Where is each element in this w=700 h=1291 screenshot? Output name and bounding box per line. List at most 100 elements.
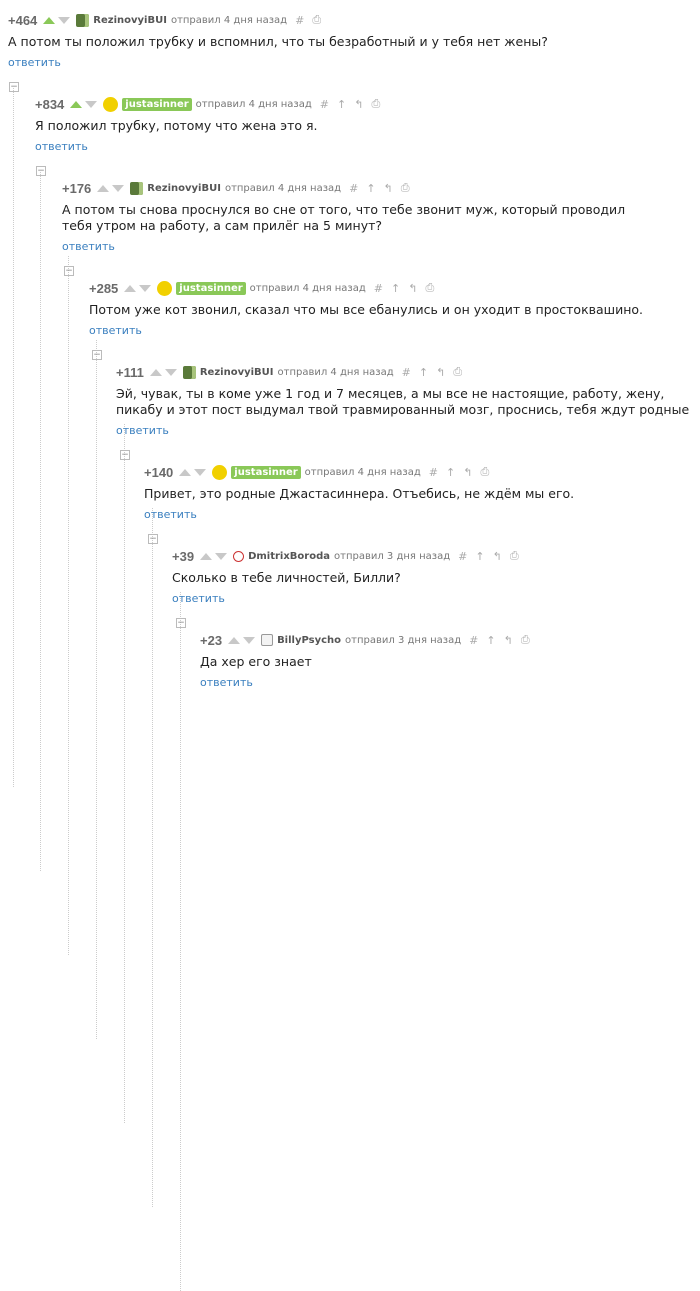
downvote-icon[interactable] [85,100,98,108]
branch-icon[interactable]: ↰ [354,98,363,111]
comment-header: +834 justasinner отправил 4 дня назад # … [35,94,388,114]
upvote-icon[interactable] [43,16,56,24]
reply-link[interactable]: ответить [8,56,61,69]
permalink-icon[interactable]: # [402,366,411,379]
arrow-up-icon[interactable]: ↑ [419,366,428,379]
comment-text: Привет, это родные Джастасиннера. Отъеби… [144,486,575,501]
reply-link[interactable]: ответить [172,592,225,605]
author-name[interactable]: RezinovyiBUI [200,367,274,378]
branch-icon[interactable]: ↰ [504,634,513,647]
author-name[interactable]: DmitrixBoroda [248,551,330,562]
save-icon[interactable]: ⎙ [312,13,321,27]
reply-link[interactable]: ответить [144,508,197,521]
branch-icon[interactable]: ↰ [463,466,472,479]
permalink-icon[interactable]: # [458,550,467,563]
reply-link[interactable]: ответить [62,240,115,253]
downvote-icon[interactable] [139,284,152,292]
comment-meta: отправил 4 дня назад [249,282,366,294]
avatar[interactable] [233,550,245,562]
reply-link[interactable]: ответить [200,676,253,689]
save-icon[interactable]: ⎙ [521,633,530,647]
reply-link[interactable]: ответить [89,324,142,337]
save-icon[interactable]: ⎙ [401,181,410,195]
avatar[interactable] [157,280,173,296]
downvote-icon[interactable] [164,368,177,376]
collapse-button[interactable]: − [36,166,46,176]
author-name[interactable]: BillyPsycho [277,635,341,646]
downvote-icon[interactable] [112,184,125,192]
arrow-up-icon[interactable]: ↑ [475,550,484,563]
save-icon[interactable]: ⎙ [453,365,462,379]
downvote-icon[interactable] [243,636,256,644]
collapse-button[interactable]: − [64,266,74,276]
thread-line [68,256,69,955]
comment-rating: +834 [35,96,65,112]
author-name[interactable]: justasinner [122,97,192,111]
upvote-icon[interactable] [228,636,241,644]
collapse-button[interactable]: − [148,534,158,544]
branch-icon[interactable]: ↰ [493,550,502,563]
reply-link[interactable]: ответить [116,424,169,437]
permalink-icon[interactable]: # [349,182,358,195]
downvote-icon[interactable] [58,16,71,24]
comment-rating: +464 [8,12,38,28]
collapse-button[interactable]: − [92,350,102,360]
upvote-icon[interactable] [149,368,162,376]
arrow-up-icon[interactable]: ↑ [366,182,375,195]
upvote-icon[interactable] [124,284,137,292]
avatar[interactable] [212,464,228,480]
branch-icon[interactable]: ↰ [436,366,445,379]
comment-text: Потом уже кот звонил, сказал что мы все … [89,302,644,317]
downvote-icon[interactable] [215,552,228,560]
save-icon[interactable]: ⎙ [510,549,519,563]
branch-icon[interactable]: ↰ [408,282,417,295]
upvote-icon[interactable] [97,184,110,192]
arrow-up-icon[interactable]: ↑ [446,466,455,479]
comment-meta: отправил 4 дня назад [170,14,288,26]
comment-meta: отправил 4 дня назад [304,466,421,478]
comment-text: Я положил трубку, потому что жена это я. [35,118,318,133]
comment-text: А потом ты снова проснулся во сне от тог… [62,202,626,233]
permalink-icon[interactable]: # [374,282,383,295]
save-icon[interactable]: ⎙ [480,465,489,479]
collapse-button[interactable]: − [120,450,130,460]
author-name[interactable]: RezinovyiBUI [93,15,167,26]
author-name[interactable]: RezinovyiBUI [147,183,221,194]
comment-header: +140 justasinner отправил 4 дня назад # … [144,462,497,482]
thread-line [96,340,97,1039]
author-name[interactable]: justasinner [176,281,246,295]
save-icon[interactable]: ⎙ [371,97,380,111]
author-name[interactable]: justasinner [231,465,301,479]
avatar[interactable] [130,181,144,195]
permalink-icon[interactable]: # [469,634,478,647]
comment-header: +464 RezinovyiBUI отправил 4 дня назад #… [8,10,329,30]
reply-link[interactable]: ответить [35,140,88,153]
comment-header: +285 justasinner отправил 4 дня назад # … [89,278,442,298]
permalink-icon[interactable]: # [429,466,438,479]
avatar[interactable] [103,96,119,112]
branch-icon[interactable]: ↰ [384,182,393,195]
upvote-icon[interactable] [179,468,192,476]
comment-text: Эй, чувак, ты в коме уже 1 год и 7 месяц… [116,386,690,417]
permalink-icon[interactable]: # [320,98,329,111]
arrow-up-icon[interactable]: ↑ [391,282,400,295]
collapse-button[interactable]: − [9,82,19,92]
avatar[interactable] [76,13,90,27]
avatar[interactable] [261,634,274,646]
comment-text: Сколько в тебе личностей, Билли? [172,570,401,585]
permalink-icon[interactable]: # [295,14,304,27]
comment-text: Да хер его знает [200,654,312,669]
collapse-button[interactable]: − [176,618,186,628]
comment-header: +39 DmitrixBoroda отправил 3 дня назад #… [172,546,527,566]
save-icon[interactable]: ⎙ [425,281,434,295]
comment-meta: отправил 3 дня назад [334,550,451,562]
arrow-up-icon[interactable]: ↑ [337,98,346,111]
comment-rating: +111 [116,364,144,380]
upvote-icon[interactable] [70,100,83,108]
thread-line [40,172,41,871]
arrow-up-icon[interactable]: ↑ [486,634,495,647]
upvote-icon[interactable] [200,552,213,560]
avatar[interactable] [182,365,196,379]
comment-header: +111 RezinovyiBUI отправил 4 дня назад #… [116,362,470,382]
downvote-icon[interactable] [194,468,207,476]
